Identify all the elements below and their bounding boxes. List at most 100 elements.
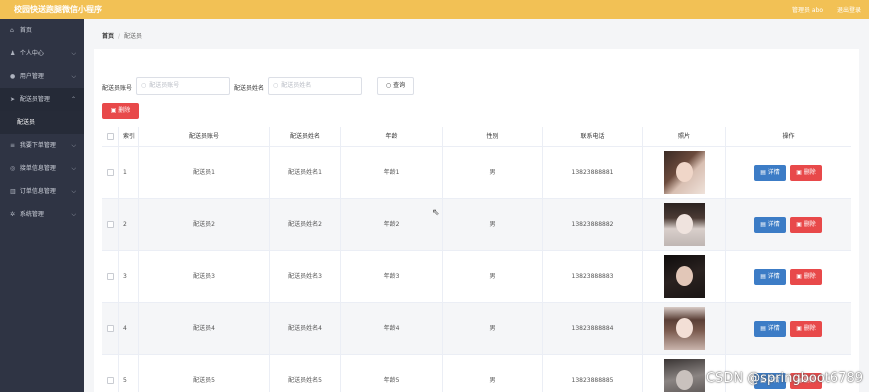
cell-account: 配送员4 (139, 303, 270, 354)
row-checkbox[interactable] (106, 377, 114, 384)
account-search-label: 配送员账号 (102, 85, 133, 92)
breadcrumb-current: 配送员 (124, 33, 143, 40)
trash-icon: ▣ (796, 221, 802, 228)
chevron-down-icon: ⌵ (71, 165, 76, 172)
cell-phone: 13823888882 (543, 199, 643, 250)
table-row: 4 配送员4 配送员姓名4 年龄4 男 13823888884 ▤ 详情 ▣ 删… (102, 303, 851, 355)
cell-index: 1 (119, 147, 139, 198)
row-delete-label: 删除 (803, 273, 816, 280)
select-all-cell (102, 127, 119, 146)
content-card: 配送员账号 ○ 配送员账号 配送员姓名 ○ 配送员姓名 ○ 查询 ▣ 删除 索引 配… (94, 49, 859, 392)
cell-operation: ▤ 详情 ▣ 删除 (726, 303, 851, 354)
cell-age: 年龄5 (341, 355, 443, 392)
detail-button[interactable]: ▤ 详情 (754, 217, 786, 233)
table-row: 3 配送员3 配送员姓名3 年龄3 男 13823888883 ▤ 详情 ▣ 删… (102, 251, 851, 303)
row-checkbox[interactable] (106, 169, 114, 176)
breadcrumb-separator: / (118, 33, 121, 40)
row-checkbox-cell (102, 199, 119, 250)
name-search-input[interactable]: ○ 配送员姓名 (268, 77, 362, 95)
chevron-down-icon: ⌵ (71, 50, 76, 57)
cell-operation: ▤ 详情 ▣ 删除 (726, 147, 851, 198)
chevron-down-icon: ⌵ (71, 142, 76, 149)
table-row: 1 配送员1 配送员姓名1 年龄1 男 13823888881 ▤ 详情 ▣ 删… (102, 147, 851, 199)
sidebar-item-home[interactable]: ⌂ 首页 (0, 19, 84, 42)
cell-name: 配送员姓名2 (270, 199, 341, 250)
cell-index: 5 (119, 355, 139, 392)
table-header: 索引 配送员账号 配送员姓名 年龄 性别 联系电话 照片 操作 (102, 127, 851, 147)
cell-age: 年龄1 (341, 147, 443, 198)
row-delete-button[interactable]: ▣ 删除 (790, 269, 822, 285)
sidebar-item-label: 用户管理 (19, 73, 44, 80)
batch-delete-button[interactable]: ▣ 删除 (102, 103, 139, 119)
cell-age: 年龄4 (341, 303, 443, 354)
sidebar-item-user-management[interactable]: ● 用户管理 ⌵ (0, 65, 84, 88)
cell-index: 3 (119, 251, 139, 302)
row-checkbox[interactable] (106, 273, 114, 280)
chevron-down-icon: ⌵ (71, 188, 76, 195)
sidebar-item-order-placement[interactable]: ≡ 我要下单管理 ⌵ (0, 134, 84, 157)
cell-phone: 13823888881 (543, 147, 643, 198)
detail-button[interactable]: ▤ 详情 (754, 165, 786, 181)
person-icon: ♟ (10, 50, 16, 57)
detail-button[interactable]: ▤ 详情 (754, 269, 786, 285)
sidebar-item-personal-center[interactable]: ♟ 个人中心 ⌵ (0, 42, 84, 65)
cell-gender: 男 (443, 147, 543, 198)
header-operation: 操作 (782, 133, 795, 140)
query-button[interactable]: ○ 查询 (377, 77, 414, 95)
table-row: 2 配送员2 配送员姓名2 年龄2 男 13823888882 ▤ 详情 ▣ 删… (102, 199, 851, 251)
detail-button[interactable]: ▤ 详情 (754, 321, 786, 337)
logout-link[interactable]: 退出登录 (837, 7, 861, 14)
header-gender: 性别 (443, 127, 543, 146)
sidebar-item-order-taking[interactable]: ◎ 接单信息管理 ⌵ (0, 157, 84, 180)
main-content: 首页 / 配送员 配送员账号 ○ 配送员账号 配送员姓名 ○ 配送员姓名 ○ 查询 ▣ … (84, 19, 869, 392)
sidebar-subitem-courier[interactable]: 配送员 (0, 111, 84, 134)
row-checkbox-cell (102, 355, 119, 392)
courier-photo (664, 359, 705, 392)
search-icon: ○ (141, 82, 147, 89)
row-delete-button[interactable]: ▣ 删除 (790, 217, 822, 233)
cell-name: 配送员姓名4 (270, 303, 341, 354)
chart-icon: ▥ (10, 188, 16, 195)
name-search-label: 配送员姓名 (234, 85, 265, 92)
sidebar-item-courier-management[interactable]: ➤ 配送员管理 ⌃ (0, 88, 84, 111)
batch-delete-label: 删除 (118, 107, 131, 114)
row-checkbox-cell (102, 303, 119, 354)
sidebar-item-order-info[interactable]: ▥ 订单信息管理 ⌵ (0, 180, 84, 203)
sidebar-item-label: 配送员管理 (19, 96, 50, 103)
sidebar-item-label: 个人中心 (19, 50, 44, 57)
current-user-label: 管理员 abo (791, 7, 824, 14)
courier-table: 索引 配送员账号 配送员姓名 年龄 性别 联系电话 照片 操作 1 配送员1 配… (102, 127, 851, 392)
sidebar: ⌂ 首页 ♟ 个人中心 ⌵ ● 用户管理 ⌵ ➤ 配送员管理 ⌃ 配送员 ≡ 我… (0, 19, 84, 392)
row-delete-label: 删除 (803, 169, 816, 176)
row-checkbox[interactable] (106, 325, 114, 332)
cell-account: 配送员5 (139, 355, 270, 392)
list-icon: ≡ (10, 142, 16, 149)
cell-name: 配送员姓名1 (270, 147, 341, 198)
detail-label: 详情 (767, 221, 780, 228)
cell-operation: ▤ 详情 ▣ 删除 (726, 251, 851, 302)
select-all-checkbox[interactable] (106, 133, 114, 140)
row-checkbox[interactable] (106, 221, 114, 228)
cell-gender: 男 (443, 355, 543, 392)
detail-icon: ▤ (760, 221, 766, 228)
row-delete-label: 删除 (803, 221, 816, 228)
cell-account: 配送员2 (139, 199, 270, 250)
search-icon: ○ (273, 82, 279, 89)
settings-icon: ✲ (10, 211, 16, 218)
cell-age: 年龄3 (341, 251, 443, 302)
header-phone: 联系电话 (543, 127, 643, 146)
cell-photo (643, 251, 726, 302)
cell-photo (643, 147, 726, 198)
cell-operation: ▤ 详情 ▣ 删除 (726, 199, 851, 250)
sidebar-item-system[interactable]: ✲ 系统管理 ⌵ (0, 203, 84, 226)
cell-age: 年龄2 (341, 199, 443, 250)
account-search-input[interactable]: ○ 配送员账号 (136, 77, 230, 95)
row-delete-button[interactable]: ▣ 删除 (790, 165, 822, 181)
breadcrumb-home[interactable]: 首页 (102, 33, 114, 40)
sidebar-item-label: 我要下单管理 (19, 142, 56, 149)
cell-index: 4 (119, 303, 139, 354)
cell-photo (643, 303, 726, 354)
cell-name: 配送员姓名5 (270, 355, 341, 392)
header-account: 配送员账号 (139, 127, 270, 146)
row-delete-button[interactable]: ▣ 删除 (790, 321, 822, 337)
